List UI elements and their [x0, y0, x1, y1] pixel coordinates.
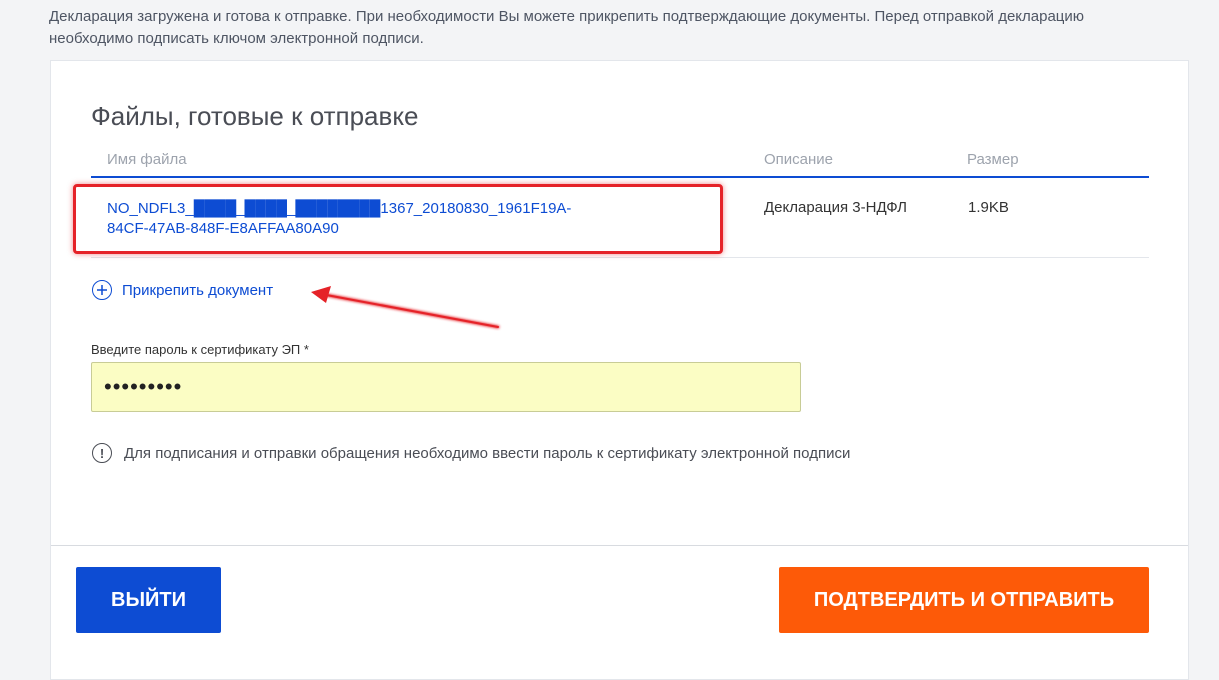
info-message: ! Для подписания и отправки обращения не… [92, 443, 850, 463]
password-input[interactable] [91, 362, 801, 412]
exclamation-circle-icon: ! [92, 443, 112, 463]
info-text: Для подписания и отправки обращения необ… [124, 444, 851, 462]
annotation-arrow-icon [311, 286, 500, 329]
file-size: 1.9KB [968, 199, 1009, 216]
intro-text: Декларация загружена и готова к отправке… [49, 8, 1085, 47]
confirm-submit-button[interactable]: ПОДТВЕРДИТЬ И ОТПРАВИТЬ [779, 567, 1149, 633]
file-description: Декларация 3-НДФЛ [764, 199, 908, 216]
attach-document-label: Прикрепить документ [122, 281, 274, 299]
table-row-divider [91, 257, 1149, 258]
plus-circle-icon [92, 280, 112, 300]
annotation-highlight-box [73, 184, 723, 254]
attach-document-link[interactable]: Прикрепить документ [92, 280, 273, 300]
column-header-size: Размер [967, 151, 1019, 168]
footer-divider [51, 545, 1188, 546]
column-header-name: Имя файла [107, 151, 187, 168]
files-title: Файлы, готовые к отправке [91, 101, 419, 131]
files-card: Файлы, готовые к отправке Имя файла Опис… [50, 60, 1189, 680]
column-header-description: Описание [764, 151, 834, 168]
password-label: Введите пароль к сертификату ЭП * [91, 342, 309, 357]
exit-button[interactable]: ВЫЙТИ [76, 567, 221, 633]
table-header-divider [91, 176, 1149, 178]
